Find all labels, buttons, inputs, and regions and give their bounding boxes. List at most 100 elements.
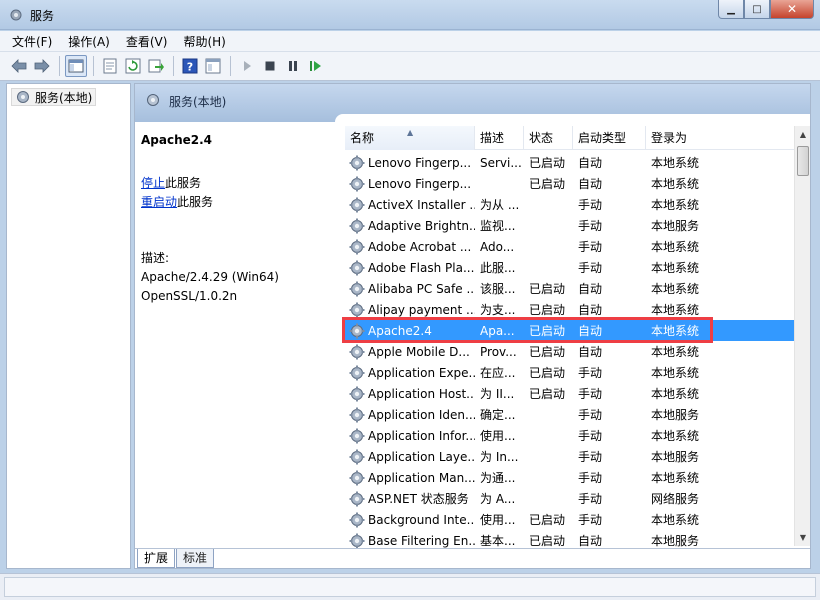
service-gear-icon — [349, 323, 365, 338]
column-header-startup-type[interactable]: 启动类型 — [573, 126, 646, 150]
tree-item-services-local[interactable]: 服务(本地) — [11, 88, 97, 106]
table-row[interactable]: Application Laye... 为 In... 手动 本地服务 — [345, 446, 795, 467]
column-header-status[interactable]: 状态 — [524, 126, 573, 150]
service-name-cell: Base Filtering En... — [345, 533, 475, 549]
service-startup-type-cell: 手动 — [578, 198, 603, 212]
service-gear-icon — [349, 386, 365, 401]
service-name-cell: Application Laye... — [345, 449, 475, 465]
pane-header-title: 服务(本地) — [169, 95, 227, 109]
service-status-cell: 已启动 — [529, 156, 566, 170]
table-row[interactable]: Alipay payment ... 为支... 已启动 自动 本地系统 — [345, 299, 795, 320]
back-button[interactable] — [8, 55, 30, 77]
table-row[interactable]: Adobe Acrobat ... Ado... 手动 本地系统 — [345, 236, 795, 257]
service-gear-icon — [349, 470, 365, 485]
table-row[interactable]: Adobe Flash Pla... 此服... 手动 本地系统 — [345, 257, 795, 278]
scroll-up-icon[interactable]: ▲ — [795, 126, 810, 143]
stop-service-button[interactable] — [259, 55, 281, 77]
table-row[interactable]: Application Expe... 在应... 已启动 手动 本地系统 — [345, 362, 795, 383]
service-startup-type-cell: 手动 — [578, 450, 603, 464]
service-name-cell: ActiveX Installer ... — [345, 197, 475, 213]
service-name: Lenovo Fingerp... — [368, 155, 472, 170]
service-logon-cell: 本地系统 — [651, 471, 700, 485]
table-row[interactable]: ActiveX Installer ... 为从 ... 手动 本地系统 — [345, 194, 795, 215]
restart-service-link[interactable]: 重启动 — [141, 195, 177, 209]
vertical-scrollbar[interactable]: ▲ ▼ — [794, 126, 810, 546]
scroll-thumb[interactable] — [797, 146, 809, 176]
toolbar-separator — [59, 56, 60, 76]
show-console-tree-button[interactable] — [65, 55, 87, 77]
service-gear-icon — [349, 260, 365, 275]
table-row[interactable]: Alibaba PC Safe ... 该服... 已启动 自动 本地系统 — [345, 278, 795, 299]
status-bar — [0, 573, 820, 600]
search-services-icon — [147, 94, 159, 106]
service-startup-type-cell: 手动 — [578, 366, 603, 380]
maximize-button[interactable]: □ — [744, 0, 770, 19]
table-row[interactable]: Adaptive Brightn... 监视... 手动 本地服务 — [345, 215, 795, 236]
service-description-cell: 使用... — [480, 429, 516, 443]
service-logon-cell: 本地系统 — [651, 513, 700, 527]
table-row[interactable]: Apache2.4 Apa... 已启动 自动 本地系统 — [345, 320, 795, 341]
service-name: Alibaba PC Safe ... — [368, 281, 475, 296]
service-name: Background Inte... — [368, 512, 475, 527]
column-header-log-on-as[interactable]: 登录为 — [646, 126, 726, 150]
stop-service-link[interactable]: 停止 — [141, 176, 165, 190]
restart-service-button[interactable] — [305, 55, 327, 77]
service-logon-cell: 本地系统 — [651, 282, 700, 296]
service-description-cell: 为支... — [480, 303, 516, 317]
service-description: 描述: Apache/2.4.29 (Win64) OpenSSL/1.0.2n — [141, 249, 279, 306]
table-row[interactable]: ASP.NET 状态服务为 A... 手动 网络服务 — [345, 488, 795, 509]
service-name-cell: Application Infor... — [345, 428, 475, 444]
table-row[interactable]: Application Infor... 使用... 手动 本地系统 — [345, 425, 795, 446]
service-startup-type-cell: 手动 — [578, 513, 603, 527]
service-name: Base Filtering En... — [368, 533, 475, 548]
tab-standard[interactable]: 标准 — [176, 549, 215, 568]
service-logon-cell: 本地服务 — [651, 534, 700, 548]
service-gear-icon — [349, 176, 365, 191]
services-pane: 服务(本地) Apache2.4 停止此服务 重启动此服务 描述: Apache… — [134, 83, 811, 569]
table-row[interactable]: Background Inte... 使用... 已启动 手动 本地系统 — [345, 509, 795, 530]
table-row[interactable]: Application Host... 为 II... 已启动 手动 本地系统 — [345, 383, 795, 404]
properties-button[interactable] — [99, 55, 121, 77]
view-icon — [205, 58, 221, 74]
properties-icon — [103, 58, 117, 74]
menu-help[interactable]: 帮助(H) — [183, 33, 225, 50]
menu-action[interactable]: 操作(A) — [68, 33, 110, 50]
service-description-cell: 为 II... — [480, 387, 515, 401]
service-startup-type-cell: 手动 — [578, 408, 603, 422]
service-startup-type-cell: 手动 — [578, 471, 603, 485]
table-row[interactable]: Application Iden... 确定... 手动 本地服务 — [345, 404, 795, 425]
menu-view[interactable]: 查看(V) — [126, 33, 168, 50]
pause-service-button[interactable] — [282, 55, 304, 77]
column-header-description[interactable]: 描述 — [475, 126, 524, 150]
service-startup-type-cell: 自动 — [578, 303, 603, 317]
view-tabs: 扩展 标准 — [135, 548, 810, 568]
service-description-cell: 使用... — [480, 513, 516, 527]
table-row[interactable]: Apple Mobile D... Prov... 已启动 自动 本地系统 — [345, 341, 795, 362]
maximize-icon: □ — [752, 3, 762, 15]
service-gear-icon — [349, 155, 365, 170]
service-description-cell: 为 In... — [480, 450, 519, 464]
service-gear-icon — [349, 302, 365, 317]
console-tree: 服务(本地) — [6, 83, 131, 569]
service-description-cell: Apa... — [480, 323, 515, 338]
menu-file[interactable]: 文件(F) — [12, 33, 52, 50]
service-name: Application Laye... — [368, 449, 475, 464]
start-service-button[interactable] — [236, 55, 258, 77]
scroll-down-icon[interactable]: ▼ — [795, 529, 810, 546]
service-logon-cell: 本地系统 — [651, 387, 700, 401]
minimize-icon: ▁ — [727, 3, 735, 15]
forward-button[interactable] — [31, 55, 53, 77]
view-button[interactable] — [202, 55, 224, 77]
table-row[interactable]: Application Man... 为通... 手动 本地系统 — [345, 467, 795, 488]
close-button[interactable]: ✕ — [770, 0, 814, 19]
service-gear-icon — [349, 407, 365, 422]
minimize-button[interactable]: ▁ — [718, 0, 744, 19]
tab-extended[interactable]: 扩展 — [137, 549, 176, 568]
export-list-button[interactable] — [145, 55, 167, 77]
table-row[interactable]: Lenovo Fingerp... 已启动 自动 本地系统 — [345, 173, 795, 194]
refresh-button[interactable] — [122, 55, 144, 77]
help-button[interactable]: ? — [179, 55, 201, 77]
service-logon-cell: 本地系统 — [651, 261, 700, 275]
column-header-name[interactable]: ▲ 名称 — [345, 126, 475, 150]
table-row[interactable]: Lenovo Fingerp... Servi... 已启动 自动 本地系统 — [345, 152, 795, 173]
